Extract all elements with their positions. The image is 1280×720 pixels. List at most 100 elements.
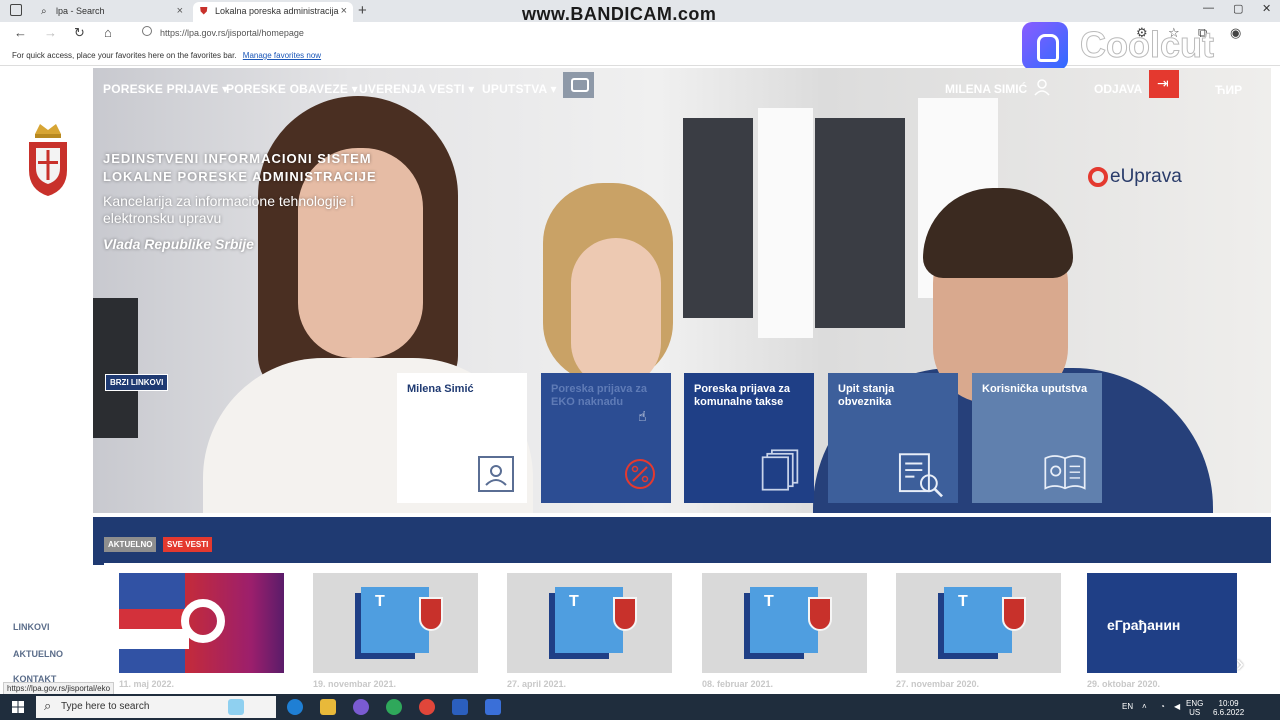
chrome-icon[interactable]: [419, 699, 435, 715]
edge-icon[interactable]: [287, 699, 303, 715]
tile-eko-naknada[interactable]: Poreska prijava za EKO naknadu: [541, 373, 671, 503]
person-decoration: [571, 238, 661, 388]
logout-icon: ⇥: [1157, 75, 1169, 91]
keyboard-layout[interactable]: ENG US: [1186, 699, 1203, 717]
clock-time: 10:09: [1218, 699, 1239, 708]
close-tab-icon[interactable]: ×: [177, 5, 183, 17]
news-band: [93, 517, 1271, 565]
word-icon[interactable]: [452, 699, 468, 715]
back-icon[interactable]: ←: [14, 25, 27, 40]
news-thumb-egradjanin: eГрађанин: [1087, 573, 1237, 673]
network-icon[interactable]: ◔: [1160, 702, 1165, 711]
volume-icon[interactable]: ◀: [1174, 702, 1180, 711]
url-field[interactable]: https://lpa.gov.rs/jisportal/homepage: [160, 28, 304, 38]
news-date: 27. april 2021.: [507, 679, 567, 689]
shelf-decoration: [815, 118, 905, 328]
euprava-text: eUprava: [1110, 166, 1182, 187]
keyboard-layout-lang: ENG: [1186, 699, 1204, 708]
viber-icon[interactable]: [353, 699, 369, 715]
flag-stripe-decoration: [119, 629, 189, 649]
tab-actions-icon[interactable]: [10, 4, 22, 16]
language-indicator[interactable]: EN: [1122, 702, 1133, 711]
system-title-line1: JEDINSTVENI INFORMACIONI SISTEM: [103, 151, 372, 166]
euprava-e-icon: [1088, 167, 1108, 187]
nav-uverenja[interactable]: UVERENJA: [359, 82, 426, 96]
home-icon[interactable]: ⌂: [104, 25, 112, 40]
search-icon: ⌕: [41, 6, 47, 17]
user-icon[interactable]: [1033, 78, 1051, 96]
new-tab-button[interactable]: +: [358, 2, 367, 19]
tile-korisnicka-uputstva[interactable]: Korisnička uputstva: [972, 373, 1102, 503]
nav-poreske-prijave[interactable]: PORESKE PRIJAVE ▾: [103, 82, 228, 96]
logout-button[interactable]: ⇥: [1149, 70, 1179, 98]
office-subtitle: Kancelarija za informacione tehnologije …: [103, 193, 354, 226]
left-rail: LINKOVI AKTUELNO KONTAKT: [0, 68, 93, 694]
tab-lokalna-poreska[interactable]: ⛊ Lokalna poreska administracija ×: [193, 2, 353, 22]
browser-tab-bar: ⌕ lpa - Search × ⛊ Lokalna poreska admin…: [0, 0, 1280, 24]
government-label: Vlada Republike Srbije: [103, 236, 254, 252]
flag-stripe-decoration: [119, 609, 189, 629]
logout-label[interactable]: ODJAVA: [1094, 82, 1142, 96]
system-title-line2: LOKALNE PORESKE ADMINISTRACIJE: [103, 169, 377, 184]
news-widget-icon[interactable]: [228, 699, 244, 715]
favorites-hint: For quick access, place your favorites h…: [12, 51, 237, 60]
lock-icon[interactable]: [142, 26, 152, 36]
crest-favicon-icon: ⛊: [200, 6, 208, 17]
crest-icon: [808, 597, 832, 631]
close-tab-icon[interactable]: ×: [341, 5, 347, 17]
e-logo-icon: [181, 599, 225, 643]
tile-label: Poreska prijava za EKO naknadu: [551, 383, 648, 408]
news-card[interactable]: T 27. novembar 2020.: [896, 573, 1061, 689]
left-link-aktuelno[interactable]: AKTUELNO: [13, 649, 63, 659]
forward-icon[interactable]: →: [44, 25, 57, 40]
news-cards: 11. maj 2022. T 19. novembar 2021. T 27.…: [104, 563, 1271, 694]
tile-label: Korisnička uputstva: [982, 383, 1088, 395]
manage-favorites-link[interactable]: Manage favorites now: [243, 51, 321, 60]
news-card[interactable]: 11. maj 2022.: [119, 573, 284, 689]
close-window-icon[interactable]: ✕: [1262, 2, 1271, 15]
hero-banner: PORESKE PRIJAVE ▾ PORESKE OBAVEZE ▾ UVER…: [93, 68, 1271, 513]
nav-uputstva[interactable]: UPUTSTVA ▾: [482, 82, 557, 96]
tab-title: Lokalna poreska administracija: [215, 6, 339, 16]
colorful-app-icon[interactable]: [386, 699, 402, 715]
news-card[interactable]: T 27. april 2021.: [507, 573, 672, 689]
news-card[interactable]: T 19. novembar 2021.: [313, 573, 478, 689]
app-icon[interactable]: [485, 699, 501, 715]
left-link-linkovi[interactable]: LINKOVI: [13, 622, 50, 632]
news-card[interactable]: T 08. februar 2021.: [702, 573, 867, 689]
chat-icon[interactable]: [563, 72, 594, 98]
windows-start-icon[interactable]: [12, 701, 24, 713]
news-date: 19. novembar 2021.: [313, 679, 397, 689]
tab-title: lpa - Search: [56, 6, 105, 16]
news-card[interactable]: eГрађанин 29. oktobar 2020.: [1087, 573, 1237, 689]
tab-lpa-search[interactable]: ⌕ lpa - Search ×: [34, 2, 189, 22]
tile-komunalne-takse[interactable]: Poreska prijava za komunalne takse: [684, 373, 814, 503]
tile-user-profile[interactable]: Milena Simić: [397, 373, 527, 503]
manual-icon: [1044, 455, 1086, 490]
coolcut-logo-icon: [1022, 22, 1068, 70]
tile-label: Milena Simić: [407, 383, 474, 395]
tray-arrow-icon[interactable]: ˄: [1142, 702, 1147, 711]
keyboard-layout-region: US: [1189, 708, 1201, 717]
dark-object-decoration: [93, 298, 138, 438]
maximize-icon[interactable]: ▢: [1233, 2, 1243, 15]
news-date: 27. novembar 2020.: [896, 679, 980, 689]
news-chip-aktuelno[interactable]: AKTUELNO: [104, 537, 157, 552]
news-thumb-doc: T: [507, 573, 672, 673]
news-chip-sve-vesti[interactable]: SVE VESTI: [163, 537, 213, 552]
clock[interactable]: 10:09 6.6.2022: [1213, 699, 1244, 717]
shelf-decoration: [683, 118, 753, 318]
windows-taskbar: Type here to search EN ˄ ◔ ◀ ENG US 10:0…: [0, 694, 1280, 720]
clock-date: 6.6.2022: [1213, 708, 1245, 717]
cyrillic-toggle[interactable]: ЋИР: [1215, 83, 1242, 97]
quick-links-label: BRZI LINKOVI: [105, 374, 169, 391]
carousel-next-icon[interactable]: ›: [1236, 650, 1244, 678]
user-name[interactable]: MILENA SIMIĆ: [945, 82, 1027, 96]
euprava-logo[interactable]: eUprava: [1088, 166, 1182, 188]
refresh-icon[interactable]: ↻: [74, 25, 85, 41]
tile-upit-stanja[interactable]: Upit stanja obveznika: [828, 373, 958, 503]
minimize-icon[interactable]: —: [1203, 2, 1214, 14]
file-explorer-icon[interactable]: [320, 699, 336, 715]
nav-vesti[interactable]: VESTI ▾: [429, 82, 474, 96]
nav-poreske-obaveze[interactable]: PORESKE OBAVEZE ▾: [226, 82, 358, 96]
